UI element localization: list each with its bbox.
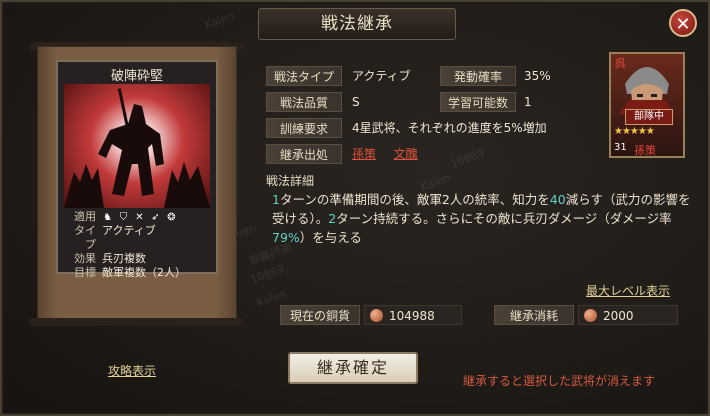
card-row-type: タイプ アクティブ: [58, 224, 216, 252]
source-general-link[interactable]: 文醜: [394, 147, 418, 161]
copper-value-box: 104988: [364, 305, 462, 325]
skill-artwork: [64, 84, 210, 208]
detail-text: ）を与える: [299, 230, 362, 245]
troop-type-icons: ♞ ⛉ ✕ ➶ ❂: [102, 210, 177, 224]
prop-value-quality: S: [352, 95, 360, 109]
watermark: ver-: [234, 220, 259, 241]
faction-mark: 呉: [615, 57, 626, 70]
copper-label: 現在の銅貨: [280, 305, 360, 325]
siege-icon: ❂: [167, 211, 176, 223]
prop-label-learnable: 学習可能数: [440, 92, 516, 112]
card-row-effect: 効果 兵刃複数: [58, 252, 216, 266]
prop-value-rate: 35%: [524, 69, 551, 83]
confirm-inherit-button[interactable]: 継承確定: [288, 352, 418, 384]
cost-value: 2000: [603, 309, 634, 323]
detail-number: 79%: [272, 230, 300, 245]
copper-coin-icon: [370, 309, 383, 322]
detail-label: 戦法詳細: [266, 174, 315, 188]
skill-card: 破陣砕堅 適用 ♞ ⛉ ✕ ➶ ❂ タイプ アクティブ 効果 兵刃複数 目標 敵…: [56, 60, 218, 279]
max-level-link[interactable]: 最大レベル表示: [586, 282, 670, 299]
dialog-panel: 戦法継承 ✕ 破陣砕堅 適用 ♞ ⛉ ✕ ➶ ❂ タイプ アクティブ 効果 兵刃…: [0, 0, 710, 416]
guide-link[interactable]: 攻略表示: [108, 362, 156, 379]
star-rating: ★★★★★: [614, 126, 655, 137]
shield-icon: ⛉: [119, 211, 128, 223]
horse-icon: ♞: [103, 211, 112, 223]
card-value: 兵刃複数: [102, 252, 146, 265]
copper-coin-icon: [584, 309, 597, 322]
card-key: タイプ: [74, 224, 96, 251]
skill-card-info: 適用 ♞ ⛉ ✕ ➶ ❂ タイプ アクティブ 効果 兵刃複数 目標 敵軍複数（2…: [58, 210, 216, 280]
close-button[interactable]: ✕: [669, 9, 697, 37]
copper-value: 104988: [389, 309, 435, 323]
card-row-apply: 適用 ♞ ⛉ ✕ ➶ ❂: [58, 210, 216, 224]
detail-text: ターンの準備期間の後、敵軍2人の統率、知力を: [279, 192, 550, 207]
prop-value-source: 孫策 文醜: [352, 144, 418, 164]
card-key: 目標: [74, 266, 96, 279]
prop-label-training: 訓練要求: [266, 118, 342, 138]
skill-detail-text: 1ターンの準備期間の後、敵軍2人の統率、知力を40減らす（武力の影響を受ける）。…: [272, 190, 692, 247]
watermark: 10869: [448, 146, 487, 171]
spear-icon: ➶: [151, 211, 160, 223]
prop-value-type: アクティブ: [352, 69, 411, 83]
prop-label-source: 継承出処: [266, 144, 342, 164]
general-name: 孫策: [634, 144, 656, 157]
card-value: 敵軍複数（2人）: [102, 266, 186, 279]
warning-text: 継承すると選択した武将が消えます: [463, 374, 656, 388]
cost-label: 継承消耗: [494, 305, 574, 325]
general-portrait[interactable]: 呉 部隊中 ★★★★★ 31 孫策: [609, 52, 685, 158]
prop-label-quality: 戦法品質: [266, 92, 342, 112]
detail-text: ターン持続する。さらにその敵に兵刃ダメージ（ダメージ率: [336, 211, 672, 226]
card-key: 適用: [74, 210, 96, 223]
general-level: 31: [614, 142, 627, 153]
source-general-link[interactable]: 孫策: [352, 147, 376, 161]
scroll-rod-bottom: [30, 318, 244, 326]
prop-value-training: 4星武将、それぞれの進度を5%増加: [352, 121, 547, 135]
card-row-target: 目標 敵軍複数（2人）: [58, 266, 216, 280]
cost-value-box: 2000: [578, 305, 678, 325]
warrior-silhouette-icon: [64, 88, 210, 208]
detail-number: 40: [549, 192, 566, 207]
detail-number: 1: [272, 192, 280, 207]
prop-value-learnable: 1: [524, 95, 532, 109]
prop-label-type: 戦法タイプ: [266, 66, 342, 86]
prop-label-rate: 発動確率: [440, 66, 516, 86]
in-unit-tag: 部隊中: [625, 109, 673, 125]
watermark: 10869: [248, 262, 287, 287]
crossbow-icon: ✕: [135, 211, 144, 223]
card-value: アクティブ: [102, 224, 156, 237]
window-title: 戦法継承: [258, 8, 456, 40]
skill-name: 破陣砕堅: [110, 69, 163, 84]
card-key: 効果: [74, 252, 96, 265]
watermark: Kalen: [202, 9, 236, 32]
